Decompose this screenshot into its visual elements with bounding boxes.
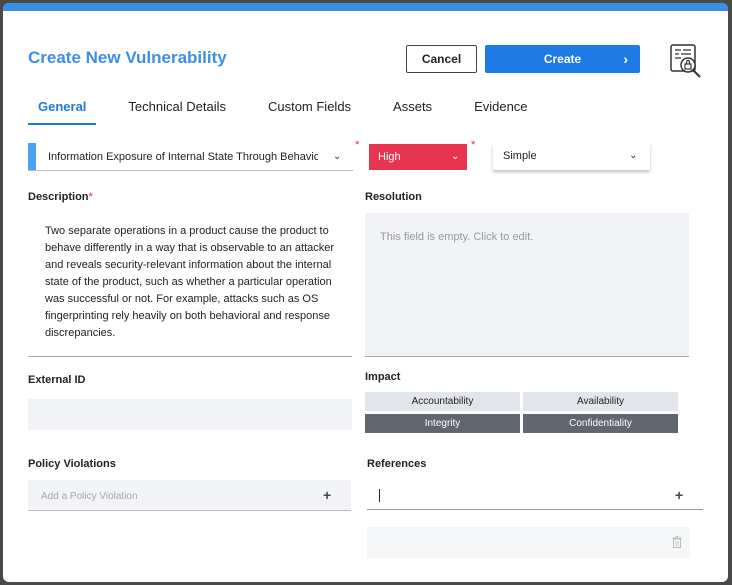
required-mark: * bbox=[355, 139, 360, 151]
tab-general[interactable]: General bbox=[28, 99, 97, 125]
chevron-down-icon: ⌄ bbox=[451, 151, 460, 162]
severity-select-value: High bbox=[378, 151, 401, 163]
required-mark: * bbox=[88, 191, 93, 203]
policy-violation-input[interactable]: Add a Policy Violation + bbox=[28, 480, 351, 511]
cancel-button[interactable]: Cancel bbox=[406, 45, 477, 73]
description-label: Description* bbox=[28, 191, 93, 203]
external-id-label: External ID bbox=[28, 374, 86, 386]
tab-assets[interactable]: Assets bbox=[383, 99, 442, 125]
chevron-right-icon: › bbox=[623, 51, 628, 67]
required-mark: * bbox=[471, 139, 476, 151]
cwe-select[interactable]: Information Exposure of Internal State T… bbox=[28, 143, 353, 171]
plus-icon[interactable]: + bbox=[323, 487, 331, 503]
description-field[interactable]: Two separate operations in a product cau… bbox=[28, 213, 352, 357]
tab-technical-details[interactable]: Technical Details bbox=[118, 99, 236, 125]
references-label: References bbox=[367, 458, 427, 470]
plus-icon[interactable]: + bbox=[675, 487, 683, 503]
resolution-field[interactable]: This field is empty. Click to edit. bbox=[365, 213, 689, 357]
impact-availability[interactable]: Availability bbox=[523, 392, 678, 411]
vulnerability-search-icon bbox=[670, 44, 701, 78]
policy-violation-placeholder: Add a Policy Violation bbox=[41, 491, 138, 502]
impact-accountability[interactable]: Accountability bbox=[365, 392, 520, 411]
impact-label: Impact bbox=[365, 371, 401, 383]
impact-integrity[interactable]: Integrity bbox=[365, 414, 520, 433]
tab-bar: General Technical Details Custom Fields … bbox=[28, 99, 560, 125]
create-button[interactable]: Create › bbox=[485, 45, 640, 73]
tab-evidence[interactable]: Evidence bbox=[464, 99, 537, 125]
cwe-select-value: Information Exposure of Internal State T… bbox=[48, 151, 318, 163]
type-select-value: Simple bbox=[503, 150, 537, 162]
cwe-select-accent bbox=[28, 143, 36, 170]
references-input[interactable]: + bbox=[367, 483, 703, 510]
chevron-down-icon: ⌄ bbox=[333, 151, 342, 162]
chevron-down-icon: ⌄ bbox=[629, 150, 638, 161]
trash-icon[interactable] bbox=[672, 536, 682, 548]
resolution-label: Resolution bbox=[365, 191, 422, 203]
impact-confidentiality[interactable]: Confidentiality bbox=[523, 414, 678, 433]
description-label-text: Description bbox=[28, 191, 89, 203]
create-vulnerability-modal: Create New Vulnerability Cancel Create ›… bbox=[3, 3, 728, 582]
modal-title: Create New Vulnerability bbox=[28, 48, 227, 67]
create-button-label: Create bbox=[543, 52, 582, 66]
severity-select[interactable]: High ⌄ bbox=[369, 144, 467, 170]
reference-row bbox=[367, 527, 690, 558]
external-id-field[interactable] bbox=[28, 399, 352, 430]
impact-options: Accountability Availability Integrity Co… bbox=[365, 392, 680, 434]
modal-top-bar bbox=[3, 3, 728, 11]
tab-custom-fields[interactable]: Custom Fields bbox=[258, 99, 361, 125]
policy-violations-label: Policy Violations bbox=[28, 458, 116, 470]
text-cursor bbox=[379, 489, 380, 502]
type-select[interactable]: Simple ⌄ bbox=[493, 143, 650, 170]
